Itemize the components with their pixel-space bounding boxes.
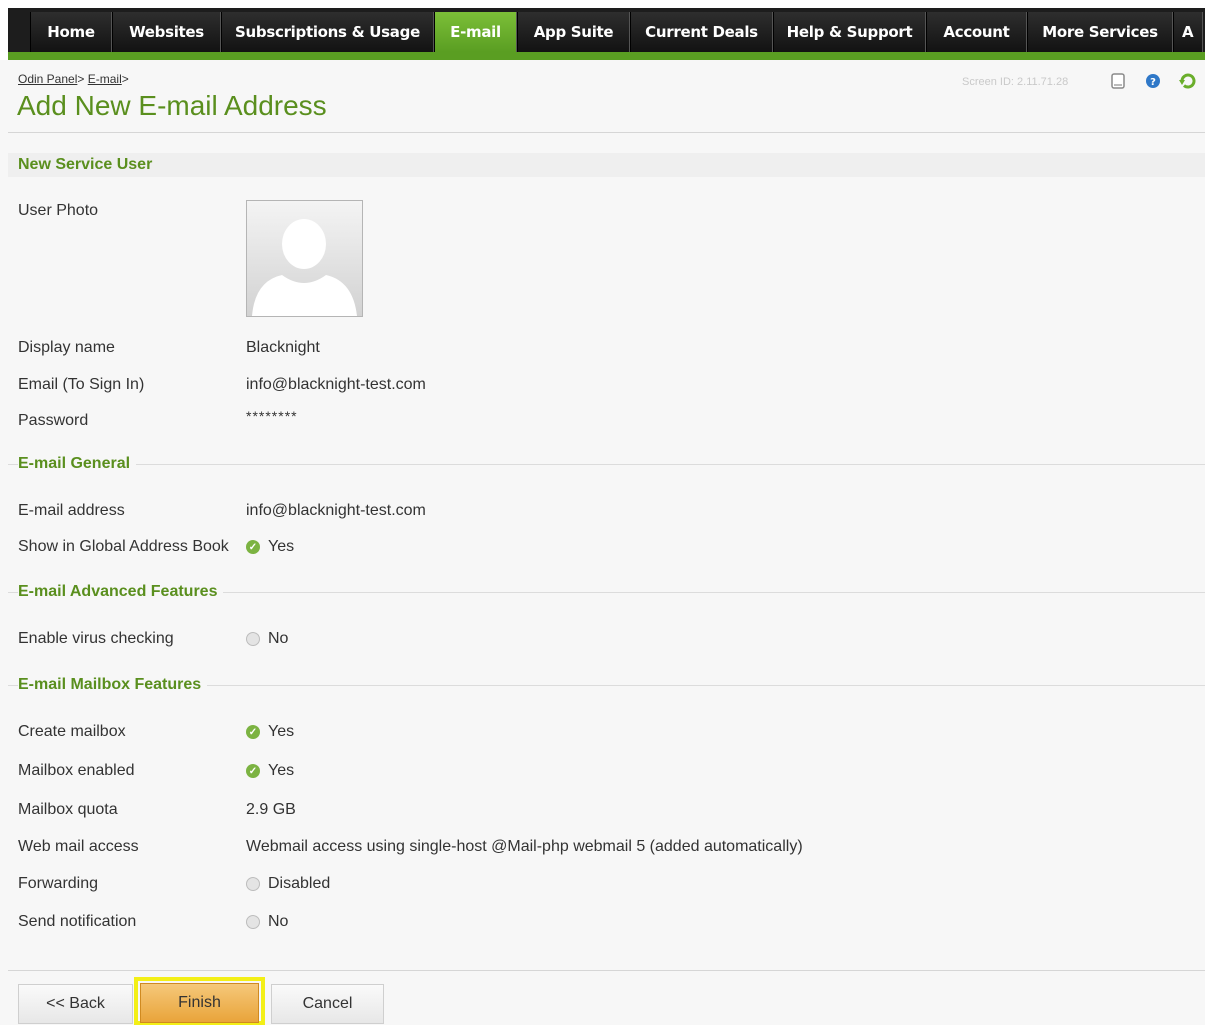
email-address-label: E-mail address: [18, 502, 125, 519]
display-name-label: Display name: [18, 339, 115, 356]
mailbox-enabled-label: Mailbox enabled: [18, 762, 135, 779]
tab-app-suite[interactable]: App Suite: [517, 12, 630, 52]
cancel-button[interactable]: Cancel: [271, 984, 384, 1024]
tab-email[interactable]: E-mail: [434, 12, 517, 52]
forwarding-text: Disabled: [268, 875, 331, 892]
svg-text:?: ?: [1150, 77, 1156, 88]
main-nav: Home Websites Subscriptions & Usage E-ma…: [30, 12, 1203, 52]
virus-checking-text: No: [268, 630, 289, 647]
forwarding-value: Disabled: [246, 875, 330, 893]
help-icon[interactable]: ?: [1145, 73, 1161, 89]
section-title-email-general: E-mail General: [18, 455, 137, 473]
screen-id: Screen ID: 2.11.71.28: [962, 76, 1069, 88]
footer-divider: [8, 970, 1205, 971]
create-mailbox-text: Yes: [268, 723, 295, 740]
breadcrumb-separator: >: [121, 72, 129, 86]
section-title-email-mailbox: E-mail Mailbox Features: [18, 676, 208, 694]
tab-websites[interactable]: Websites: [112, 12, 221, 52]
password-value: ********: [246, 408, 298, 424]
create-mailbox-value: ✓ Yes: [246, 723, 294, 741]
bookmark-icon[interactable]: [1110, 73, 1126, 89]
email-sign-in-value: info@blacknight-test.com: [246, 376, 426, 393]
breadcrumb-email[interactable]: E-mail: [88, 72, 122, 86]
disabled-icon: [246, 877, 260, 891]
section-title-email-advanced: E-mail Advanced Features: [18, 583, 224, 601]
send-notification-text: No: [268, 913, 289, 930]
forwarding-label: Forwarding: [18, 875, 99, 892]
tab-account[interactable]: Account: [926, 12, 1027, 52]
mailbox-enabled-text: Yes: [268, 762, 295, 779]
nav-accent-strip: [8, 52, 1205, 60]
tab-help-support[interactable]: Help & Support: [773, 12, 926, 52]
tab-home[interactable]: Home: [30, 12, 112, 52]
top-navigation-bar: Home Websites Subscriptions & Usage E-ma…: [0, 0, 1205, 60]
mailbox-quota-value: 2.9 GB: [246, 801, 296, 818]
tab-current-deals[interactable]: Current Deals: [630, 12, 773, 52]
global-address-book-value: ✓ Yes: [246, 538, 294, 556]
web-mail-access-value: Webmail access using single-host @Mail-p…: [246, 838, 803, 855]
breadcrumb-odin-panel[interactable]: Odin Panel: [18, 72, 77, 86]
display-name-value: Blacknight: [246, 339, 320, 356]
user-photo-placeholder: [246, 200, 363, 317]
virus-checking-value: No: [246, 630, 288, 648]
send-notification-label: Send notification: [18, 913, 137, 930]
tab-subscriptions-usage[interactable]: Subscriptions & Usage: [221, 12, 434, 52]
password-label: Password: [18, 412, 89, 429]
email-address-value: info@blacknight-test.com: [246, 502, 426, 519]
breadcrumb: Odin Panel> E-mail>: [18, 72, 129, 86]
check-icon: ✓: [246, 725, 260, 739]
disabled-icon: [246, 632, 260, 646]
global-address-book-text: Yes: [268, 538, 295, 555]
breadcrumb-separator: >: [77, 72, 85, 86]
title-divider: [8, 132, 1205, 133]
section-divider: [8, 464, 1205, 465]
web-mail-access-label: Web mail access: [18, 838, 139, 855]
page-title: Add New E-mail Address: [17, 90, 327, 121]
disabled-icon: [246, 915, 260, 929]
email-sign-in-label: Email (To Sign In): [18, 376, 145, 393]
refresh-icon[interactable]: [1179, 73, 1196, 89]
section-title-new-service-user: New Service User: [18, 156, 153, 173]
virus-checking-label: Enable virus checking: [18, 630, 174, 647]
finish-button[interactable]: Finish: [140, 983, 259, 1023]
global-address-book-label: Show in Global Address Book: [18, 538, 229, 555]
user-photo-label: User Photo: [18, 202, 99, 219]
check-icon: ✓: [246, 540, 260, 554]
mailbox-enabled-value: ✓ Yes: [246, 762, 294, 780]
section-band: [8, 153, 1205, 177]
avatar-icon: [247, 201, 362, 316]
tab-overflow[interactable]: A: [1173, 12, 1203, 52]
create-mailbox-label: Create mailbox: [18, 723, 126, 740]
mailbox-quota-label: Mailbox quota: [18, 801, 118, 818]
tab-more-services[interactable]: More Services: [1027, 12, 1173, 52]
send-notification-value: No: [246, 913, 288, 931]
back-button[interactable]: << Back: [18, 984, 133, 1024]
check-icon: ✓: [246, 764, 260, 778]
